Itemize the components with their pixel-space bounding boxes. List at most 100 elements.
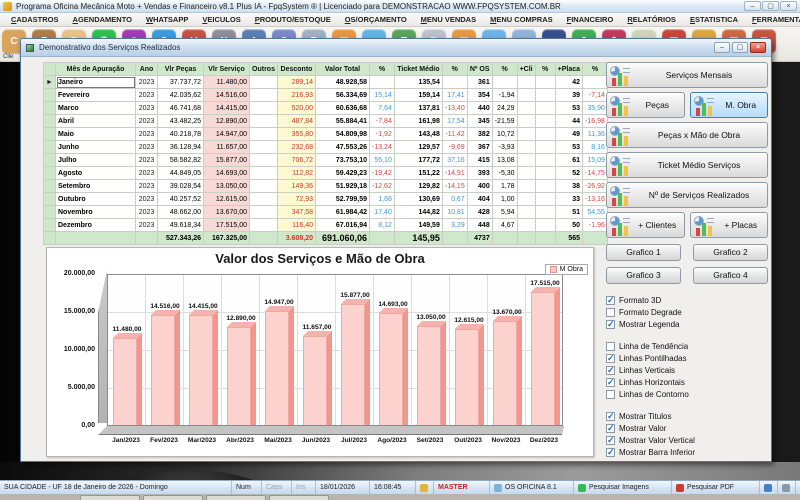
ticket-m-dio-servi-os-button[interactable]: Ticket Médio Serviços (606, 152, 768, 178)
checkbox-linhas-horizontais[interactable]: Linhas Horizontais (606, 376, 768, 388)
search-images-button[interactable]: Pesquisar Imagens (574, 481, 672, 494)
cell (44, 167, 56, 180)
checkbox-box[interactable] (606, 436, 615, 445)
col-n-os[interactable]: Nº OS (467, 63, 492, 76)
checkbox-box[interactable] (606, 342, 615, 351)
checkbox-mostrar-valor[interactable]: Mostrar Valor (606, 422, 768, 434)
checkbox-box[interactable] (606, 308, 615, 317)
col-[interactable]: % (492, 63, 517, 76)
clientes-button[interactable]: + Clientes (606, 212, 685, 238)
servi-os-mensais-button[interactable]: Serviços Mensais (606, 62, 768, 88)
col-valor-total[interactable]: Valor Total (316, 63, 370, 76)
pe-as-x-m-o-de-obra-button[interactable]: Peças x Mão de Obra (606, 122, 768, 148)
bottom-tab[interactable] (80, 495, 140, 500)
table-row-janeiro[interactable]: ►Janeiro202337.737,7211.480,00289,1448.9… (44, 76, 608, 89)
col-selector[interactable] (44, 63, 56, 76)
checkbox-mostrar-legenda[interactable]: Mostrar Legenda (606, 318, 768, 330)
checkbox-box[interactable] (606, 424, 615, 433)
pe-as-button[interactable]: Peças (606, 92, 685, 118)
table-row-outubro[interactable]: Outubro202340.257,5212.615,0072,9352.799… (44, 193, 608, 206)
checkbox-formato-degrade[interactable]: Formato Degrade (606, 306, 768, 318)
checkbox-box[interactable] (606, 448, 615, 457)
checkbox-mostrar-valor-vertical[interactable]: Mostrar Valor Vertical (606, 434, 768, 446)
bottom-tab[interactable] (206, 495, 266, 500)
checkbox-mostrar-titulos[interactable]: Mostrar Titulos (606, 410, 768, 422)
table-row-setembro[interactable]: Setembro202339.028,5413.050,00149,3651.9… (44, 180, 608, 193)
table-row-maio[interactable]: Maio202340.218,7814.947,00355,8054.809,9… (44, 128, 608, 141)
menu-item-estatistica[interactable]: ESTATISTICA (683, 15, 745, 24)
menu-item-cadastros[interactable]: CADASTROS (4, 15, 66, 24)
col-[interactable]: % (583, 63, 608, 76)
table-row-agosto[interactable]: Agosto202344.849,0514.693,00112,8259.429… (44, 167, 608, 180)
checkbox-formato-3d[interactable]: Formato 3D (606, 294, 768, 306)
cell: 393 (467, 167, 492, 180)
checkbox-box[interactable] (606, 412, 615, 421)
col-[interactable]: % (442, 63, 467, 76)
placas-button[interactable]: + Placas (690, 212, 769, 238)
bottom-tab[interactable] (143, 495, 203, 500)
cell: 448 (467, 219, 492, 232)
menu-item-relat-rios[interactable]: RELATÓRIOS (620, 15, 683, 24)
checkbox-box[interactable] (606, 378, 615, 387)
col-placa[interactable]: +Placa (555, 63, 582, 76)
cell: -13,24 (370, 141, 395, 154)
table-row-julho[interactable]: Julho202358.582,8215.877,00706,7273.753,… (44, 154, 608, 167)
cell: 2023 (136, 193, 158, 206)
col-m-s-de-apura-o[interactable]: Mês de Apuração (56, 63, 136, 76)
table-row-fevereiro[interactable]: Fevereiro202342.035,6214.516,00216,9356.… (44, 89, 608, 102)
dialog-minimize-button[interactable]: – (714, 42, 730, 53)
col-desconto[interactable]: Desconto (278, 63, 316, 76)
cell: 347,58 (278, 206, 316, 219)
total-cell (583, 232, 608, 245)
menu-item-agendamento[interactable]: AGENDAMENTO (66, 15, 139, 24)
checkbox-mostrar-barra-inferior[interactable]: Mostrar Barra Inferior (606, 446, 768, 458)
dialog-close-button[interactable]: × (750, 42, 766, 53)
menu-item-os-or-amento[interactable]: OS/ORÇAMENTO (338, 15, 414, 24)
menu-item-menu-vendas[interactable]: MENU VENDAS (414, 15, 483, 24)
maximize-button[interactable]: ▢ (762, 1, 779, 11)
col-[interactable]: % (535, 63, 555, 76)
grafico-3-button[interactable]: Grafico 3 (606, 267, 681, 284)
checkbox-linhas-pontilhadas[interactable]: Linhas Pontilhadas (606, 352, 768, 364)
table-row-marco[interactable]: Marco202346.741,6814.415,00520,0060.636,… (44, 102, 608, 115)
checkbox-linha-de-tend-ncia[interactable]: Linha de Tendência (606, 340, 768, 352)
checkbox-box[interactable] (606, 354, 615, 363)
col-cli[interactable]: +Cli (517, 63, 535, 76)
dialog-maximize-button[interactable]: ▢ (732, 42, 748, 53)
table-row-dezembro[interactable]: Dezembro202349.618,3417.515,00116,4067.0… (44, 219, 608, 232)
grafico-1-button[interactable]: Grafico 1 (606, 244, 681, 261)
menu-item-menu-compras[interactable]: MENU COMPRAS (483, 15, 560, 24)
checkbox-box[interactable] (606, 320, 615, 329)
col-vlr-pe-as[interactable]: Vlr Peças (158, 63, 204, 76)
menu-item-whatsapp[interactable]: WHATSAPP (139, 15, 195, 24)
table-row-abril[interactable]: Abril202343.482,2512.890,00487,8455.884,… (44, 115, 608, 128)
table-row-novembro[interactable]: Novembro202348.662,0013.670,00347,5861.9… (44, 206, 608, 219)
checkbox-box[interactable] (606, 390, 615, 399)
cell: 14.947,00 (204, 128, 250, 141)
checkbox-linhas-verticais[interactable]: Linhas Verticais (606, 364, 768, 376)
col-[interactable]: % (370, 63, 395, 76)
col-vlr-servi-o[interactable]: Vlr Serviço (204, 63, 250, 76)
status-time: 16:08:45 (370, 481, 416, 494)
minimize-button[interactable]: – (744, 1, 761, 11)
menu-item-produto-estoque[interactable]: PRODUTO/ESTOQUE (248, 15, 338, 24)
grafico-2-button[interactable]: Grafico 2 (693, 244, 768, 261)
m-obra-button[interactable]: M. Obra (690, 92, 769, 118)
checkbox-linhas-de-contorno[interactable]: Linhas de Contorno (606, 388, 768, 400)
search-pdf-button[interactable]: Pesquisar PDF (672, 481, 760, 494)
col-outros[interactable]: Outros (250, 63, 278, 76)
close-button[interactable]: × (780, 1, 797, 11)
table-row-junho[interactable]: Junho202336.128,9411.657,00232,6847.553,… (44, 141, 608, 154)
menu-item-ferramentas[interactable]: FERRAMENTAS (745, 15, 800, 24)
bottom-tab[interactable] (269, 495, 329, 500)
col-ticket-m-dio[interactable]: Ticket Médio (394, 63, 442, 76)
n-de-servi-os-realizados-button[interactable]: Nº de Serviços Realizados (606, 182, 768, 208)
checkbox-box[interactable] (606, 366, 615, 375)
cell: 59.429,23 (316, 167, 370, 180)
col-ano[interactable]: Ano (136, 63, 158, 76)
menu-item-veiculos[interactable]: VEICULOS (195, 15, 247, 24)
checkbox-box[interactable] (606, 296, 615, 305)
grafico-4-button[interactable]: Grafico 4 (693, 267, 768, 284)
cell: 40.218,78 (158, 128, 204, 141)
menu-item-financeiro[interactable]: FINANCEIRO (560, 15, 621, 24)
